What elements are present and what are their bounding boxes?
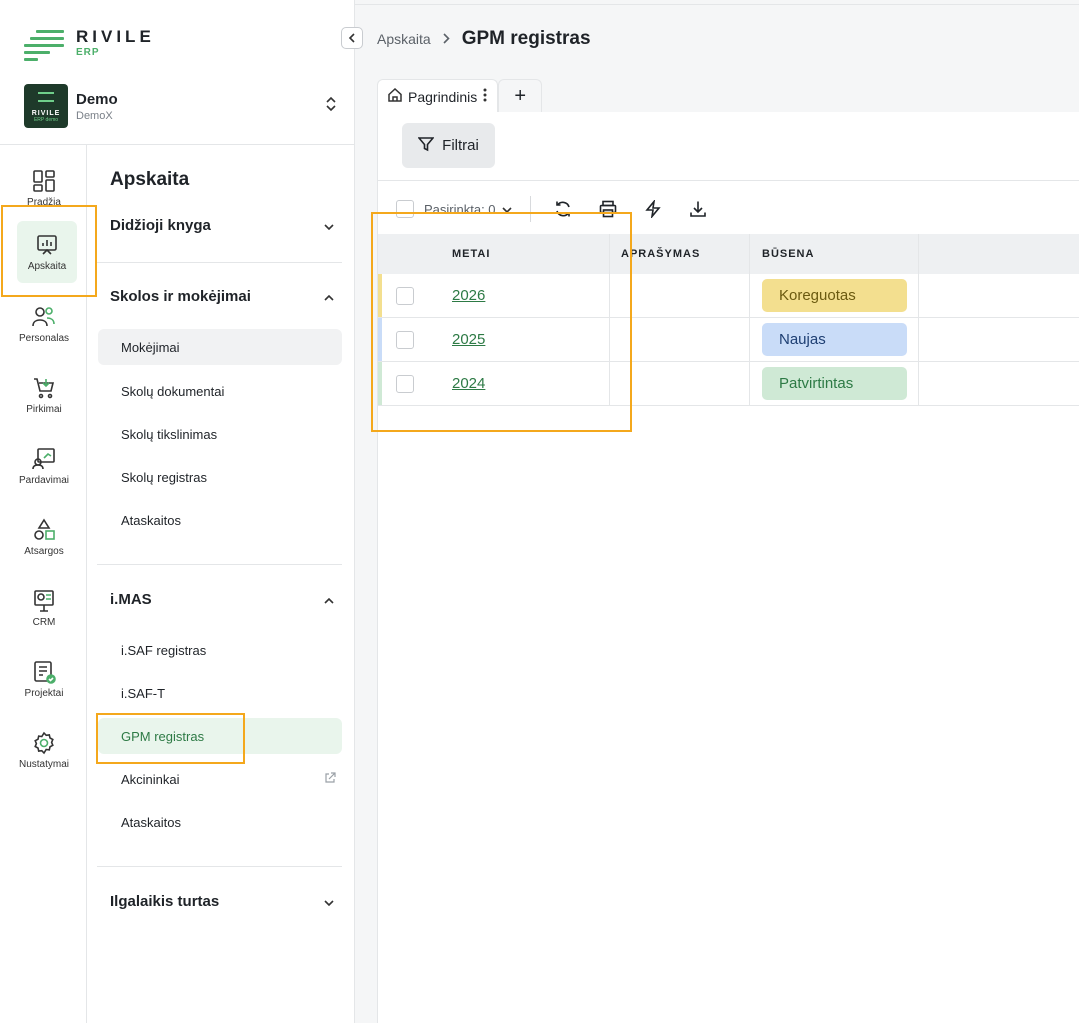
filter-button[interactable]: Filtrai: [402, 123, 495, 168]
filter-icon: [417, 136, 435, 156]
lightning-icon[interactable]: [641, 197, 665, 221]
crm-icon: [31, 588, 57, 614]
chevron-updown-icon[interactable]: [326, 96, 336, 115]
nav-item-skolu-dokumentai[interactable]: Skolų dokumentai: [98, 373, 342, 409]
nav-group-imas[interactable]: i.MAS: [110, 591, 334, 608]
sales-icon: [31, 446, 57, 472]
rail-item-atsargos[interactable]: Atsargos: [8, 506, 80, 568]
gear-icon: [31, 730, 57, 756]
rail-item-crm[interactable]: CRM: [8, 577, 80, 639]
chevron-left-icon: [348, 33, 355, 43]
column-header-busena[interactable]: BŪSENA: [762, 234, 814, 274]
breadcrumb: Apskaita GPM registras: [377, 28, 591, 50]
nav-item-skolu-tikslinimas[interactable]: Skolų tikslinimas: [98, 416, 342, 452]
nav-item-isaf-registras[interactable]: i.SAF registras: [98, 632, 342, 668]
logo-icon: [24, 28, 64, 61]
company-code: DemoX: [76, 109, 113, 122]
cart-icon: [31, 375, 57, 401]
shapes-icon: [31, 517, 57, 543]
column-header-aprasymas[interactable]: APRAŠYMAS: [621, 234, 700, 274]
chevron-up-icon: [324, 593, 334, 607]
status-badge: Koreguotas: [762, 279, 907, 312]
add-tab-button[interactable]: +: [498, 79, 543, 113]
home-grid-icon: [31, 168, 57, 194]
highlight-apskaita: [1, 205, 97, 297]
company-switcher[interactable]: RIVILE ERP demo Demo DemoX: [24, 84, 342, 128]
highlight-year-column: [371, 212, 632, 432]
view-tabs: Pagrindinis +: [377, 79, 543, 113]
status-badge: Naujas: [762, 323, 907, 356]
nav-group-skolos[interactable]: Skolos ir mokėjimai: [110, 288, 334, 305]
nav-item-mokejimai[interactable]: Mokėjimai: [98, 329, 342, 365]
people-icon: [31, 304, 57, 330]
collapse-sidebar-button[interactable]: [341, 27, 363, 49]
chevron-down-icon: [324, 895, 334, 909]
nav-item-isaf-t[interactable]: i.SAF-T: [98, 675, 342, 711]
external-link-icon: [324, 771, 336, 787]
home-icon: [388, 87, 402, 105]
projects-icon: [31, 659, 57, 685]
nav-item-ataskaitos-imas[interactable]: Ataskaitos: [98, 804, 342, 840]
highlight-gpm-registras: [96, 713, 245, 764]
sidebar: RIVILE ERP RIVILE ERP demo Demo DemoX Pr…: [0, 0, 355, 1023]
nav-item-ataskaitos[interactable]: Ataskaitos: [98, 502, 342, 538]
breadcrumb-parent[interactable]: Apskaita: [377, 31, 431, 47]
rail-item-projektai[interactable]: Projektai: [8, 648, 80, 710]
rail-item-pirkimai[interactable]: Pirkimai: [8, 364, 80, 426]
rail-item-nustatymai[interactable]: Nustatymai: [8, 719, 80, 781]
company-name: Demo: [76, 90, 118, 108]
chevron-right-icon: [443, 31, 450, 47]
nav-item-skolu-registras[interactable]: Skolų registras: [98, 459, 342, 495]
main-area: Apskaita GPM registras Pagrindinis + Fil…: [355, 0, 1079, 1023]
app-root: RIVILE ERP RIVILE ERP demo Demo DemoX Pr…: [0, 0, 1079, 1023]
more-vertical-icon[interactable]: [483, 88, 487, 105]
status-badge: Patvirtintas: [762, 367, 907, 400]
page-title: GPM registras: [461, 28, 591, 49]
logo-sub: ERP: [76, 47, 100, 58]
rail-item-pardavimai[interactable]: Pardavimai: [8, 435, 80, 497]
logo[interactable]: RIVILE ERP: [24, 27, 155, 61]
nav-group-didzioji-knyga[interactable]: Didžioji knyga: [110, 217, 334, 234]
chevron-up-icon: [324, 290, 334, 304]
rail-item-personalas[interactable]: Personalas: [8, 293, 80, 355]
tab-pagrindinis[interactable]: Pagrindinis: [377, 79, 499, 113]
logo-brand: RIVILE: [76, 27, 155, 46]
nav-group-ilgalaikis-turtas[interactable]: Ilgalaikis turtas: [110, 893, 334, 910]
nav-item-akcininkai[interactable]: Akcininkai: [98, 761, 342, 797]
download-icon[interactable]: [686, 197, 710, 221]
company-logo: RIVILE ERP demo: [24, 84, 68, 128]
chevron-down-icon: [324, 219, 334, 233]
nav-title: Apskaita: [110, 169, 190, 190]
